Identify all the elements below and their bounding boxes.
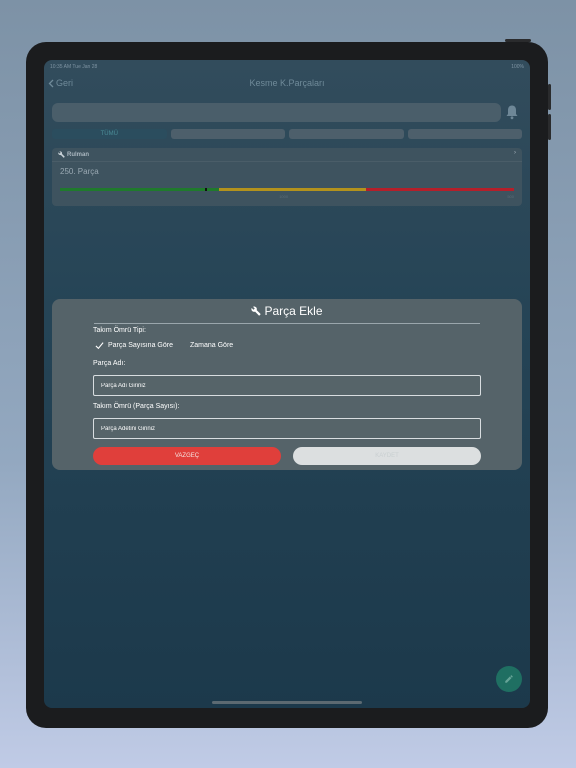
search-input[interactable] [52, 103, 501, 122]
page-title: Kesme K.Parçaları [249, 78, 325, 88]
part-card-header: Rulman › [52, 148, 522, 162]
part-card-menu[interactable]: › [514, 150, 516, 159]
tool-life-count-input[interactable] [93, 418, 481, 439]
option-label: Zamana Göre [189, 342, 234, 349]
save-button[interactable]: KAYDET [293, 447, 481, 465]
device-top-button [505, 39, 531, 42]
bell-icon[interactable] [505, 104, 519, 120]
wrench-icon [251, 306, 262, 316]
tool-life-red-segment [366, 188, 514, 191]
tab-2[interactable] [170, 129, 285, 139]
option-by-time[interactable]: Zamana Göre [190, 342, 233, 349]
edit-fab-button[interactable] [496, 666, 522, 692]
tab-4[interactable] [407, 129, 522, 139]
tool-life-count-label: Takım Ömrü (Parça Sayısı): [93, 403, 180, 410]
tool-life-green-segment [60, 188, 206, 191]
part-name-label: Parça Adı: [93, 360, 126, 367]
status-time: 10:35 AM Tue Jan 28 [50, 64, 98, 70]
option-label: Parça Sayısına Göre [108, 342, 173, 349]
status-battery: 100% [511, 64, 524, 70]
tab-all[interactable]: TÜMÜ [52, 129, 167, 139]
filter-tabs: TÜMÜ [52, 129, 522, 139]
tool-life-green-segment-2 [207, 188, 219, 191]
device-side-button [548, 114, 551, 140]
dialog-divider [94, 323, 480, 324]
option-by-part-count[interactable]: Parça Sayısına Göre [95, 341, 173, 350]
dialog-title: Parça Ekle [264, 304, 323, 318]
tool-life-level-label: 500 [507, 194, 514, 199]
cancel-button[interactable]: VAZGEÇ [93, 447, 281, 465]
wrench-icon [58, 151, 65, 158]
status-bar: 10:35 AM Tue Jan 28 100% [50, 64, 524, 72]
part-card-title-row: Rulman [58, 150, 89, 159]
part-card[interactable]: Rulman › 250. Parça 1000 500 [52, 148, 522, 206]
add-part-dialog: Parça Ekle Takım Ömrü Tipi: Parça Sayısı… [52, 299, 522, 470]
tab-3[interactable] [289, 129, 404, 139]
checkmark-icon [95, 342, 104, 350]
tool-life-labels: 1000 500 [60, 194, 514, 199]
home-indicator [212, 701, 362, 704]
device-side-button [548, 84, 551, 110]
part-count: 250. Parça [60, 167, 99, 176]
dialog-title-row: Parça Ekle [52, 304, 522, 318]
navigation-bar: Geri Kesme K.Parçaları [44, 74, 530, 92]
tool-life-level-label: 1000 [279, 194, 289, 199]
tool-life-yellow-segment [218, 188, 367, 191]
tool-life-type-label: Takım Ömrü Tipi: [93, 327, 146, 334]
tool-life-bar [60, 188, 514, 191]
pencil-icon [505, 675, 513, 683]
part-name-input[interactable] [93, 375, 481, 396]
part-card-title: Rulman [67, 151, 90, 158]
tool-life-type-options: Parça Sayısına Göre Zamana Göre [95, 341, 233, 350]
